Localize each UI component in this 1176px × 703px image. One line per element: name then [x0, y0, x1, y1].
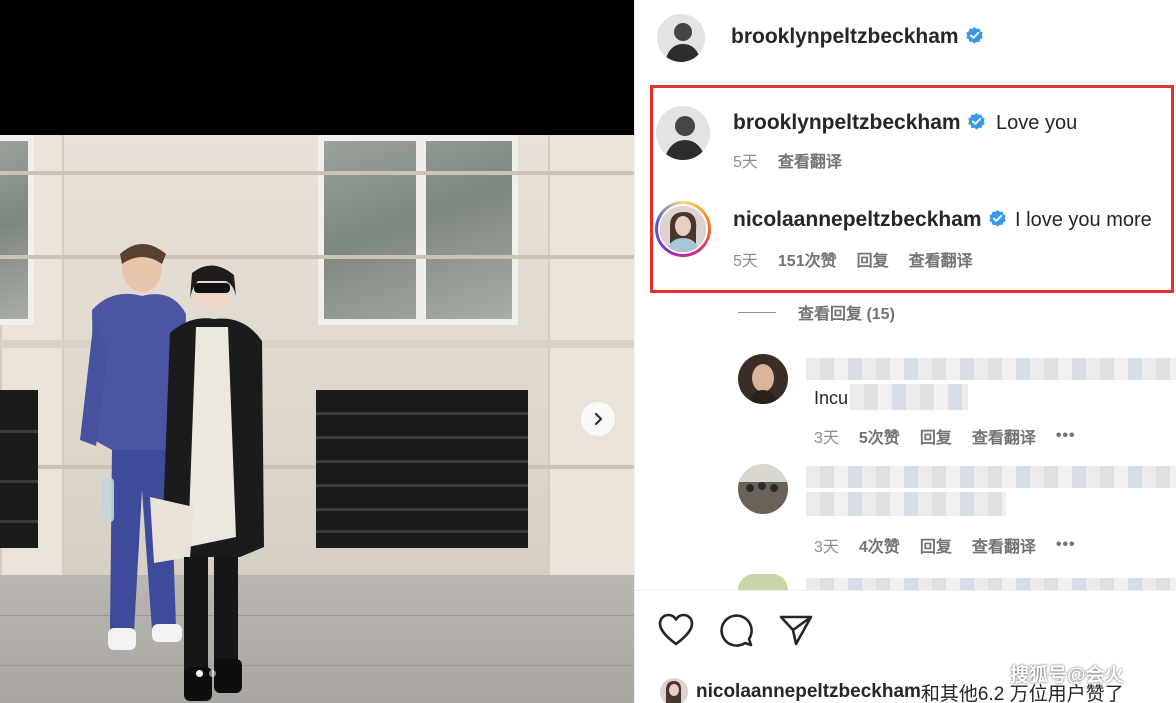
comment: nicolaannepeltzbeckham I love you more	[733, 208, 1152, 232]
redacted-username	[806, 358, 1176, 380]
profile-photo-icon	[738, 354, 788, 404]
reply-link[interactable]: 回复	[920, 533, 952, 557]
liker-avatar[interactable]	[660, 678, 688, 703]
reply-avatar[interactable]	[738, 574, 788, 590]
redacted-username	[806, 578, 1176, 590]
reply-meta: 3天 5次赞 回复 查看翻译 •••	[814, 424, 1076, 448]
profile-photo-icon	[657, 14, 705, 62]
profile-photo-icon	[660, 678, 688, 703]
carousel-dot	[209, 670, 216, 677]
liker-username[interactable]: nicolaannepeltzbeckham	[696, 681, 921, 703]
verified-badge-icon	[988, 209, 1006, 227]
replies-line	[738, 311, 776, 313]
reply-text: Incu	[814, 388, 849, 408]
post-photo	[0, 135, 634, 703]
comment-text: I love you more	[1015, 209, 1152, 231]
reply-time: 3天	[814, 539, 839, 556]
comment-time: 5天	[733, 154, 758, 171]
comment-meta: 5天 查看翻译	[733, 148, 842, 172]
like-count[interactable]: 4次赞	[859, 533, 900, 557]
reply-time: 3天	[814, 430, 839, 447]
reply-avatar[interactable]	[738, 354, 788, 404]
window	[318, 135, 518, 325]
redacted-text	[806, 492, 1006, 516]
comment-time: 5天	[733, 253, 758, 270]
view-replies-label[interactable]: 查看回复 (15)	[798, 300, 895, 324]
verified-badge-icon	[965, 26, 983, 44]
chevron-right-icon	[594, 412, 603, 426]
watermark: 搜狐号@会火	[1010, 665, 1124, 686]
author-avatar[interactable]	[657, 14, 705, 62]
more-options-icon[interactable]: •••	[1056, 427, 1076, 445]
post-media	[0, 0, 634, 703]
profile-photo-icon	[660, 206, 706, 252]
verified-badge-icon	[967, 112, 985, 130]
view-replies-toggle[interactable]: 查看回复 (15)	[738, 300, 895, 324]
comment-username[interactable]: brooklynpeltzbeckham	[733, 111, 961, 134]
heart-icon[interactable]	[658, 613, 694, 647]
basement-grille	[316, 390, 528, 548]
woman-figure	[150, 264, 264, 701]
redacted-username	[806, 466, 1176, 488]
profile-photo-icon	[738, 464, 788, 514]
comment-icon[interactable]	[718, 612, 754, 648]
reply-link[interactable]: 回复	[857, 247, 889, 271]
basement-grille	[0, 390, 38, 548]
wall-pillar	[548, 135, 634, 575]
author-username[interactable]: brooklynpeltzbeckham	[731, 25, 959, 48]
post-actions	[658, 612, 814, 648]
commenter-avatar[interactable]	[655, 201, 711, 257]
window	[0, 135, 34, 325]
commenter-avatar[interactable]	[656, 106, 710, 160]
like-count[interactable]: 151次赞	[778, 247, 837, 271]
comment-meta: 5天 151次赞 回复 查看翻译	[733, 247, 973, 271]
translate-link[interactable]: 查看翻译	[778, 148, 842, 172]
reply-avatar[interactable]	[738, 464, 788, 514]
next-media-button[interactable]	[581, 402, 615, 436]
post-header: brooklynpeltzbeckham	[731, 25, 984, 49]
carousel-indicator	[196, 670, 216, 677]
profile-photo-icon	[656, 106, 710, 160]
reply-link[interactable]: 回复	[920, 424, 952, 448]
translate-link[interactable]: 查看翻译	[972, 424, 1036, 448]
reply-meta: 3天 4次赞 回复 查看翻译 •••	[814, 533, 1076, 557]
comment-text: Love you	[996, 112, 1078, 134]
translate-link[interactable]: 查看翻译	[972, 533, 1036, 557]
comment-username[interactable]: nicolaannepeltzbeckham	[733, 208, 982, 231]
comment: brooklynpeltzbeckham Love you	[733, 111, 1077, 135]
carousel-dot	[196, 670, 203, 677]
more-options-icon[interactable]: •••	[1056, 536, 1076, 554]
section-divider	[634, 590, 1176, 591]
share-icon[interactable]	[778, 613, 814, 647]
redacted-text	[850, 384, 968, 410]
like-count[interactable]: 5次赞	[859, 424, 900, 448]
translate-link[interactable]: 查看翻译	[909, 247, 973, 271]
instagram-post-window: brooklynpeltzbeckham brooklynpeltzbeckha…	[0, 0, 1176, 703]
